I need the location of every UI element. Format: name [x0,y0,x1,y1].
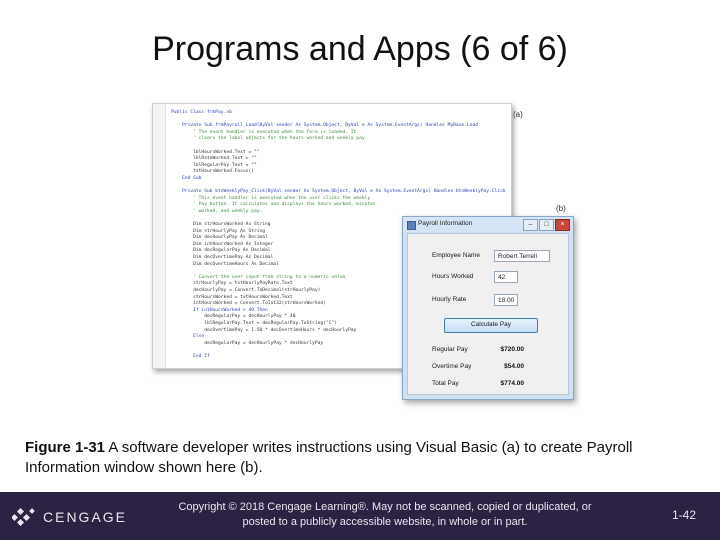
window-controls: – □ × [523,219,570,231]
window-client-area: Employee Name Robert Terrell Hours Worke… [407,233,569,395]
maximize-button[interactable]: □ [539,219,554,231]
total-pay-label: Total Pay [432,380,459,387]
figure-number: Figure 1-31 [25,439,106,456]
overtime-pay-label: Overtime Pay [432,363,472,370]
code-line: End Sub [171,175,202,181]
code-line: txtHoursWorked.Focus() [171,169,254,175]
total-pay-value: $774.00 [500,380,525,387]
code-line: ' clears the label objects for the hours… [171,136,368,142]
payroll-window: Payroll Information – □ × Employee Name … [402,216,574,400]
page-number: 1-42 [671,508,696,522]
overtime-pay-value: $54.00 [504,363,524,370]
close-button[interactable]: × [555,219,570,231]
copyright-line-1: Copyright © 2018 Cengage Learning®. May … [178,501,592,513]
cengage-logo: CENGAGE [12,507,127,527]
figure-label-b: (b) [556,204,566,213]
code-line: ' Pay button. It calculates and displays… [171,202,376,208]
code-line: lblRateWorked.Text = "" [171,156,257,162]
caption-text: A software developer writes instructions… [25,439,633,476]
regular-pay-label: Regular Pay [432,346,468,353]
code-line: Public Class frmPay.vb [171,110,232,115]
employee-name-input[interactable]: Robert Terrell [494,250,550,262]
figure-caption: Figure 1-31 A software developer writes … [25,438,695,478]
footer-bar: CENGAGE Copyright © 2018 Cengage Learnin… [0,492,720,540]
figure-label-a: (a) [513,110,523,119]
regular-pay-value: $720.00 [500,346,525,353]
window-titlebar: Payroll Information – □ × [403,217,573,232]
minimize-button[interactable]: – [523,219,538,231]
hours-worked-input[interactable]: 42 [494,271,518,283]
cengage-mark-icon [12,507,35,527]
code-line: Private Sub btnWeeklyPay_Click(ByVal sen… [171,189,506,195]
copyright-line-2: posted to a publicly accessible website,… [242,516,528,528]
code-gutter [153,104,166,368]
logo-wordmark: CENGAGE [43,509,128,525]
hourly-rate-label: Hourly Rate [432,296,467,303]
window-title: Payroll Information [418,220,473,227]
code-line: ' worked, and weekly pay. [171,208,263,214]
code-line: Private Sub frmPayroll_Load(ByVal sender… [171,123,478,129]
calculate-pay-button[interactable]: Calculate Pay [444,318,538,333]
employee-name-label: Employee Name [432,252,481,259]
copyright-notice: Copyright © 2018 Cengage Learning®. May … [150,500,620,530]
hourly-rate-input[interactable]: 18.00 [494,294,518,306]
slide-title: Programs and Apps (6 of 6) [152,30,568,68]
hours-worked-label: Hours Worked [432,273,474,280]
app-icon [407,221,416,230]
